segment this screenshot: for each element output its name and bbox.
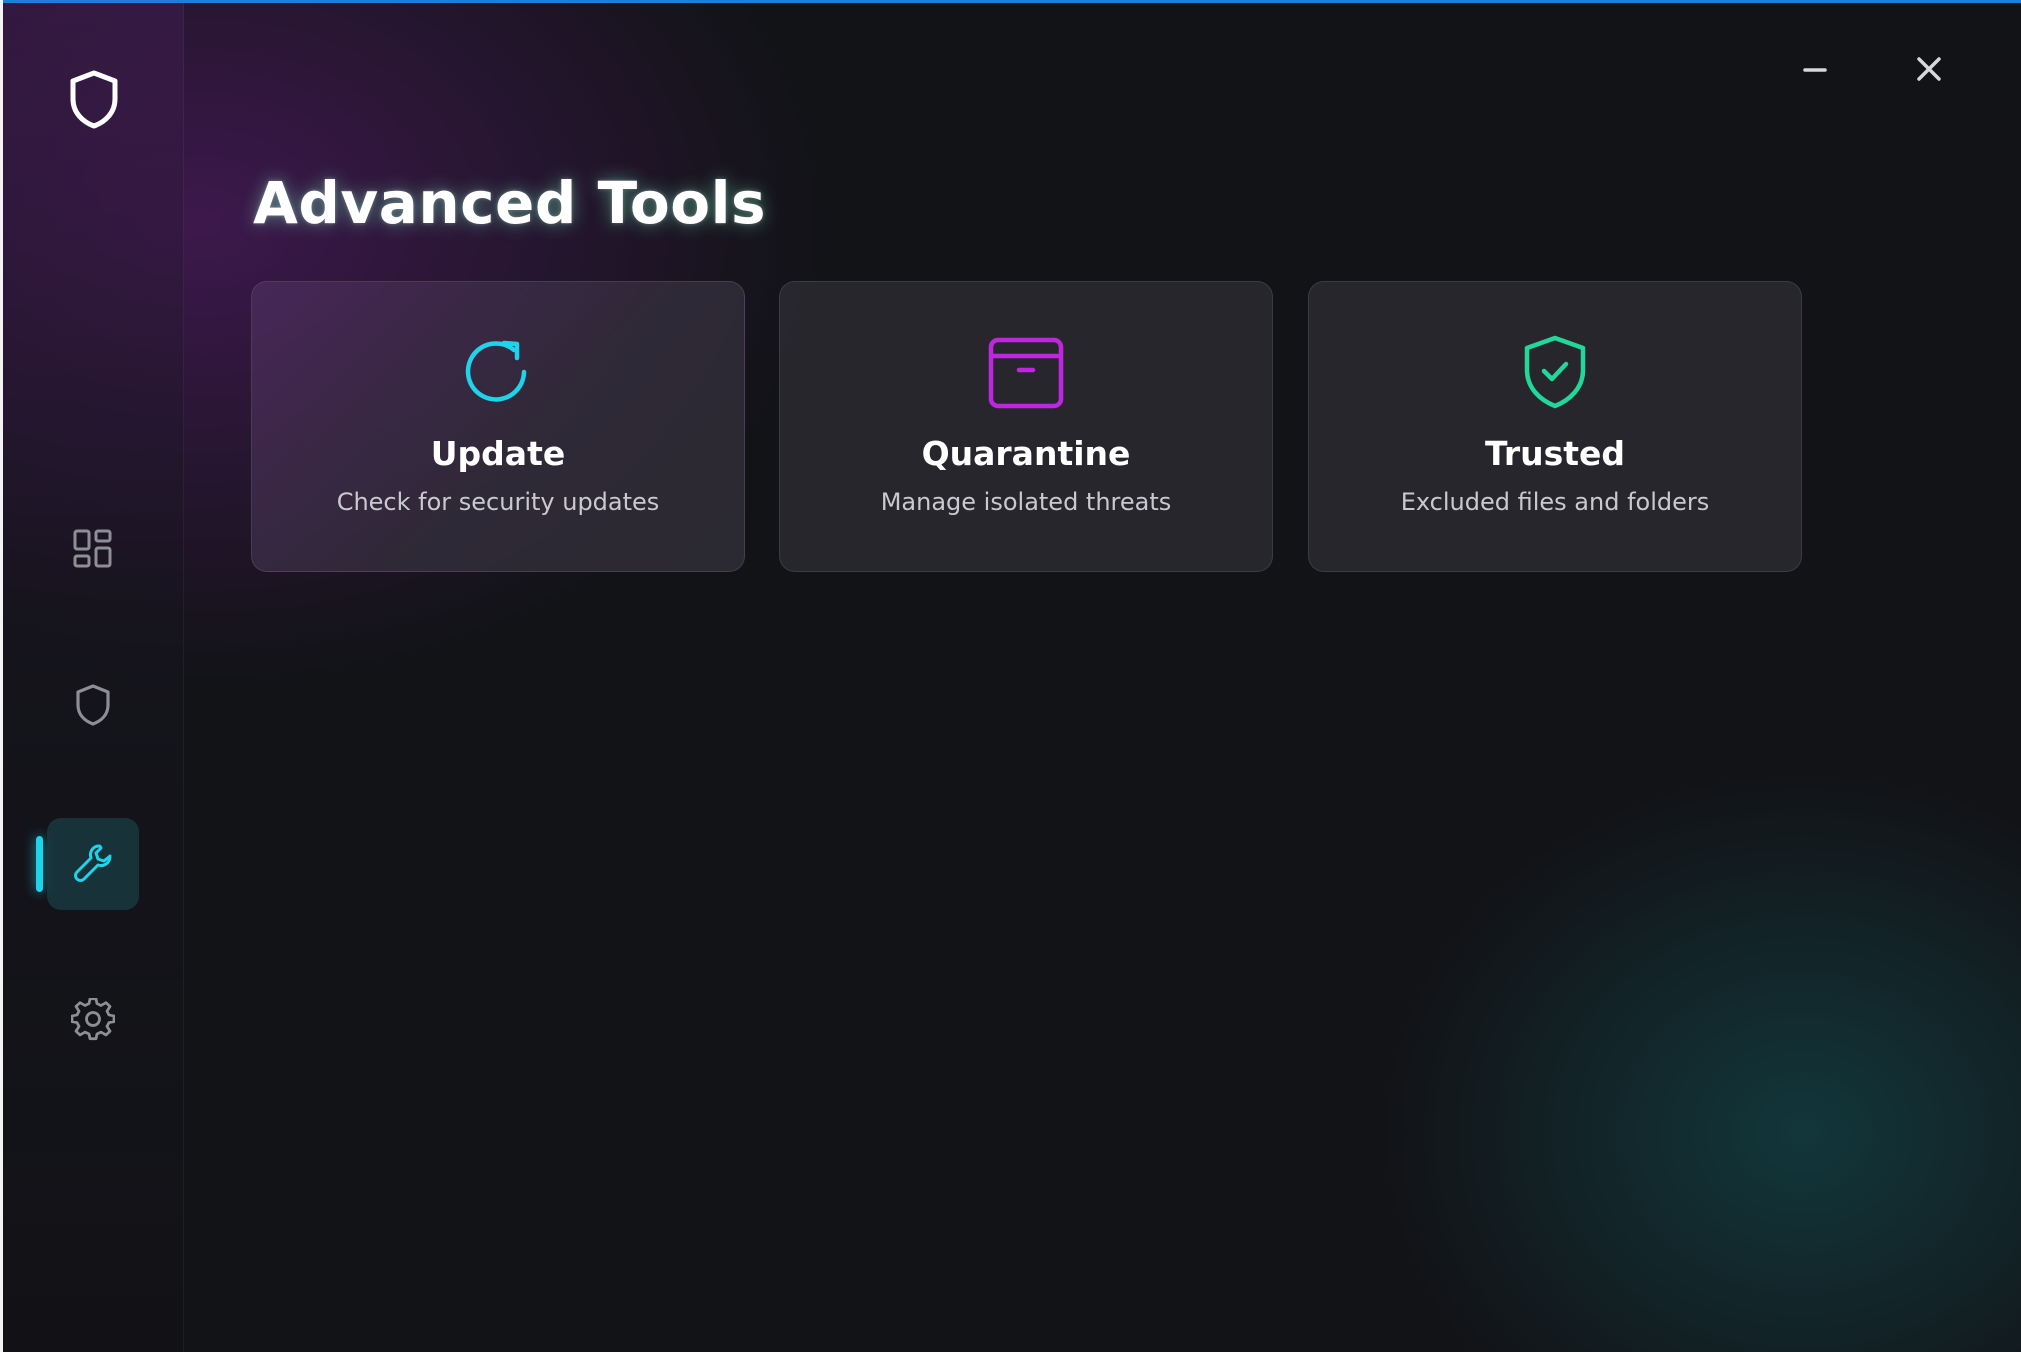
sidebar-item-protection[interactable]	[47, 661, 139, 753]
update-card[interactable]: Update Check for security updates	[251, 281, 745, 572]
close-button[interactable]	[1899, 41, 1959, 101]
sidebar-item-tools[interactable]	[47, 818, 139, 910]
card-subtitle: Manage isolated threats	[880, 488, 1172, 516]
close-icon	[1916, 56, 1942, 86]
card-subtitle: Excluded files and folders	[1400, 488, 1710, 516]
page-title: Advanced Tools	[253, 169, 767, 237]
shield-icon	[73, 683, 113, 731]
archive-box-icon	[986, 332, 1066, 412]
app-logo-shield-icon	[67, 69, 121, 129]
sidebar	[3, 3, 184, 1352]
card-subtitle: Check for security updates	[336, 488, 660, 516]
app-window: Advanced Tools Update Check for security…	[3, 0, 2021, 1352]
trusted-card[interactable]: Trusted Excluded files and folders	[1308, 281, 1802, 572]
grid-icon	[72, 528, 114, 574]
minimize-icon	[1803, 57, 1827, 85]
quarantine-card[interactable]: Quarantine Manage isolated threats	[779, 281, 1273, 572]
card-title: Update	[430, 434, 566, 473]
gear-icon	[70, 997, 116, 1046]
sidebar-item-settings[interactable]	[47, 976, 139, 1068]
wrench-icon	[71, 840, 115, 888]
card-title: Quarantine	[921, 434, 1131, 473]
refresh-icon	[458, 332, 538, 412]
minimize-button[interactable]	[1785, 41, 1845, 101]
shield-check-icon	[1515, 332, 1595, 412]
card-title: Trusted	[1484, 434, 1626, 473]
active-nav-indicator	[36, 836, 43, 892]
sidebar-item-dashboard[interactable]	[47, 505, 139, 597]
